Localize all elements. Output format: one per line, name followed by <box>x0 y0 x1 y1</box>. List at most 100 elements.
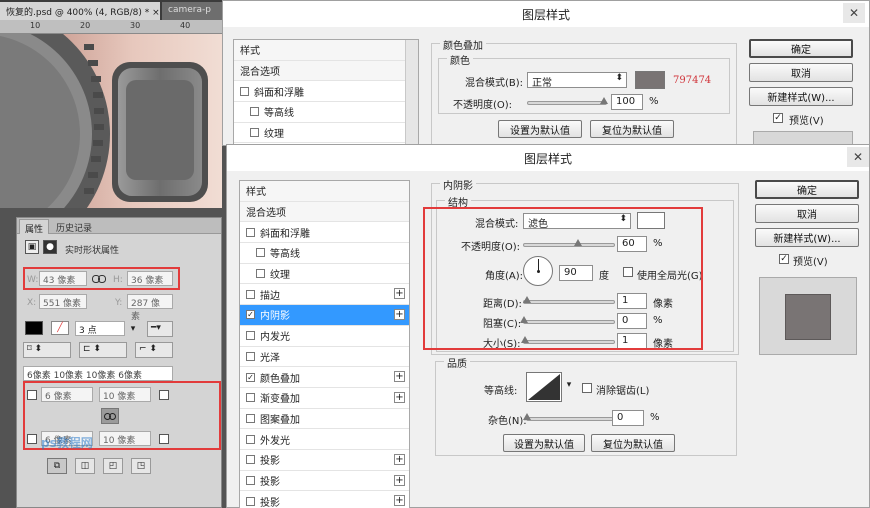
new-style-button[interactable]: 新建样式(W)... <box>749 87 853 106</box>
path-intersect-icon[interactable]: ◰ <box>103 458 123 474</box>
ruler-mark: 10 <box>30 21 41 30</box>
set-default-button[interactable]: 设置为默认值 <box>498 120 582 138</box>
opacity-input[interactable]: 100 <box>611 94 643 110</box>
styles-list: 样式 混合选项 斜面和浮雕 等高线 纹理 <box>233 39 419 147</box>
close-icon[interactable]: ✕ <box>847 147 869 167</box>
dialog-title: 图层样式 <box>227 145 869 171</box>
style-item-styles[interactable]: 样式 <box>234 40 418 61</box>
checkbox[interactable] <box>246 289 255 299</box>
preview-checkbox[interactable]: ✓ <box>779 254 789 264</box>
close-icon[interactable]: ✕ <box>843 3 865 23</box>
shape-layer-icon[interactable]: ▣ <box>25 240 39 254</box>
checkbox[interactable] <box>250 128 259 138</box>
style-item-inner-shadow[interactable]: ✓ 内阴影 + <box>240 305 409 326</box>
document-tab-active[interactable]: 恢复的.psd @ 400% (4, RGB/8) * × <box>0 2 160 20</box>
new-style-button[interactable]: 新建样式(W)... <box>755 228 859 247</box>
corner-type-select[interactable]: ⌐ ⬍ <box>135 342 173 358</box>
style-item-styles[interactable]: 样式 <box>240 181 409 202</box>
checkbox[interactable] <box>246 331 255 341</box>
document-tab-inactive[interactable]: camera-p <box>162 2 222 20</box>
slider-thumb[interactable] <box>523 413 531 420</box>
add-icon[interactable]: + <box>394 474 405 486</box>
tab-properties[interactable]: 属性 <box>19 219 50 235</box>
reset-default-button[interactable]: 复位为默认值 <box>591 434 675 452</box>
quality-group: 品质 等高线: ▾ 消除锯齿(L) 杂色(N): 0 % <box>435 355 737 456</box>
checkbox[interactable] <box>256 248 265 258</box>
add-icon[interactable]: + <box>394 288 405 300</box>
stroke-style-select[interactable]: ━▾ <box>147 321 173 337</box>
style-item-stroke[interactable]: 描边 + <box>240 284 409 306</box>
x-field[interactable]: 551 像素 <box>39 294 87 309</box>
path-exclude-icon[interactable]: ◳ <box>131 458 151 474</box>
camera-artwork <box>0 34 222 208</box>
style-item-drop-shadow[interactable]: 投影 + <box>240 450 409 471</box>
stroke-none-icon[interactable]: ╱ <box>51 321 69 335</box>
checkbox[interactable]: ✓ <box>246 310 255 320</box>
style-item-drop-shadow[interactable]: 投影 + <box>240 491 409 508</box>
set-default-button[interactable]: 设置为默认值 <box>503 434 585 452</box>
checkbox[interactable] <box>246 413 255 423</box>
style-item-contour[interactable]: 等高线 <box>234 102 418 123</box>
preview-checkbox[interactable]: ✓ <box>773 113 783 123</box>
chevron-down-icon[interactable]: ▾ <box>127 321 139 336</box>
add-icon[interactable]: + <box>394 371 405 383</box>
fill-color-swatch[interactable] <box>25 321 43 335</box>
stroke-width-field[interactable]: 3 点 <box>75 321 125 336</box>
styles-scrollbar[interactable] <box>405 40 418 146</box>
y-field[interactable]: 287 像素 <box>127 294 173 322</box>
style-item-satin[interactable]: 光泽 <box>240 347 409 368</box>
antialias-label: 消除锯齿(L) <box>596 386 650 397</box>
chevron-down-icon[interactable]: ▾ <box>564 378 574 392</box>
contour-preview[interactable] <box>526 372 562 402</box>
checkbox[interactable] <box>250 107 259 117</box>
path-combine-icon[interactable]: ⧉ <box>47 458 67 474</box>
style-item-texture[interactable]: 纹理 <box>234 123 418 144</box>
style-item-outer-glow[interactable]: 外发光 <box>240 429 409 450</box>
cancel-button[interactable]: 取消 <box>755 204 859 223</box>
style-item-contour[interactable]: 等高线 <box>240 243 409 264</box>
style-item-color-overlay[interactable]: ✓ 颜色叠加 + <box>240 367 409 388</box>
checkbox[interactable] <box>246 455 255 465</box>
blend-mode-select[interactable]: 正常 ⬍ <box>527 72 627 89</box>
style-item-blend-options[interactable]: 混合选项 <box>240 201 409 223</box>
antialias-checkbox[interactable] <box>582 383 592 393</box>
style-item-bevel[interactable]: 斜面和浮雕 <box>240 222 409 244</box>
style-item-texture[interactable]: 纹理 <box>240 264 409 285</box>
style-item-inner-glow[interactable]: 内发光 <box>240 326 409 347</box>
style-item-pattern-overlay[interactable]: 图案叠加 <box>240 409 409 430</box>
ok-button[interactable]: 确定 <box>755 180 859 199</box>
checkbox[interactable] <box>246 227 255 237</box>
add-icon[interactable]: + <box>394 453 405 465</box>
checkbox[interactable] <box>256 269 265 279</box>
align-type-select[interactable]: ⌑ ⬍ <box>23 342 71 358</box>
style-item-bevel[interactable]: 斜面和浮雕 <box>234 81 418 103</box>
section-title: 颜色叠加 <box>440 37 486 52</box>
overlay-color-swatch[interactable] <box>635 71 665 89</box>
checkbox[interactable] <box>246 351 255 361</box>
checkbox[interactable]: ✓ <box>246 372 255 382</box>
checkbox[interactable] <box>246 434 255 444</box>
document-canvas[interactable] <box>0 34 222 208</box>
dialog-title: 图层样式 <box>223 1 869 27</box>
style-item-gradient-overlay[interactable]: 渐变叠加 + <box>240 388 409 409</box>
noise-slider[interactable] <box>523 413 614 421</box>
checkbox[interactable] <box>246 475 255 485</box>
style-item-drop-shadow[interactable]: 投影 + <box>240 471 409 492</box>
style-item-blend-options[interactable]: 混合选项 <box>234 60 418 82</box>
add-icon[interactable]: + <box>394 391 405 403</box>
tab-history[interactable]: 历史记录 <box>51 219 97 234</box>
mask-icon[interactable]: ● <box>43 240 57 254</box>
ok-button[interactable]: 确定 <box>749 39 853 58</box>
reset-default-button[interactable]: 复位为默认值 <box>590 120 674 138</box>
cap-type-select[interactable]: ⊏ ⬍ <box>79 342 127 358</box>
add-icon[interactable]: + <box>394 495 405 507</box>
opacity-slider[interactable] <box>527 97 608 105</box>
path-subtract-icon[interactable]: ◫ <box>75 458 95 474</box>
slider-thumb[interactable] <box>600 97 608 104</box>
checkbox[interactable] <box>246 496 255 506</box>
cancel-button[interactable]: 取消 <box>749 63 853 82</box>
add-icon[interactable]: + <box>394 309 405 321</box>
checkbox[interactable] <box>240 86 249 96</box>
noise-input[interactable]: 0 <box>612 410 644 426</box>
checkbox[interactable] <box>246 393 255 403</box>
